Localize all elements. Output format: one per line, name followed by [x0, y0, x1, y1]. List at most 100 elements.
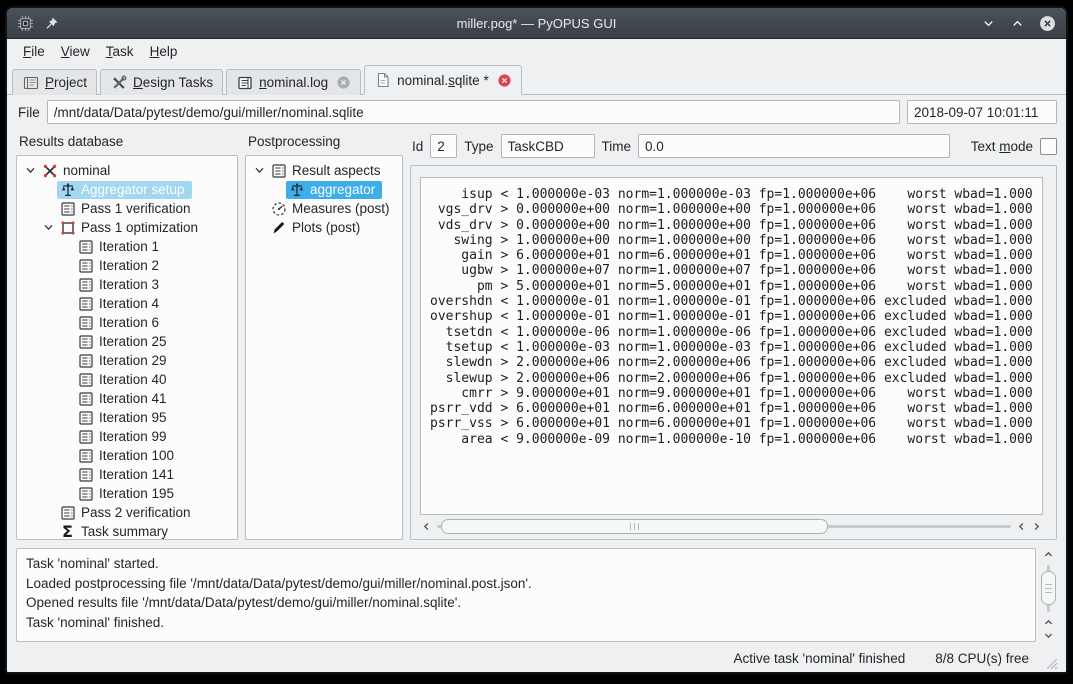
- titlebar[interactable]: miller.pog* — PyOPUS GUI: [7, 8, 1066, 39]
- list-icon: [77, 410, 94, 426]
- tree-item-pass-1-optimization[interactable]: Pass 1 optimization: [19, 218, 235, 237]
- maximize-button[interactable]: [1010, 16, 1025, 31]
- tree-item-content[interactable]: Result aspects: [268, 162, 388, 180]
- close-window-button[interactable]: [1039, 15, 1056, 32]
- file-timestamp-input[interactable]: [907, 100, 1057, 124]
- postprocessing-tree[interactable]: Result aspects aggregatorMeasures (post)P…: [245, 155, 403, 540]
- expand-chevron-icon[interactable]: [40, 222, 57, 233]
- tree-item-pass-2-verification[interactable]: Pass 2 verification: [19, 503, 235, 522]
- tree-item-iteration-6[interactable]: Iteration 6: [19, 313, 235, 332]
- tree-item-task-summary[interactable]: ΣTask summary: [19, 522, 235, 540]
- tree-item-plots-post[interactable]: Plots (post): [248, 218, 400, 237]
- log-vertical-scrollbar[interactable]: [1040, 548, 1057, 642]
- tree-item-content[interactable]: Iteration 95: [75, 409, 174, 427]
- tree-item-iteration-25[interactable]: Iteration 25: [19, 332, 235, 351]
- tree-item-label: Result aspects: [292, 163, 381, 178]
- tree-item-content[interactable]: Pass 1 optimization: [57, 219, 205, 237]
- tree-item-iteration-1[interactable]: Iteration 1: [19, 237, 235, 256]
- tree-item-content[interactable]: Pass 1 verification: [57, 200, 198, 218]
- list-icon: [77, 353, 94, 369]
- file-label: File: [18, 105, 40, 120]
- tree-item-content[interactable]: Iteration 3: [75, 276, 166, 294]
- time-input[interactable]: [638, 134, 950, 158]
- type-input[interactable]: [501, 134, 595, 158]
- tree-item-measures-post[interactable]: Measures (post): [248, 199, 400, 218]
- menu-view[interactable]: View: [53, 41, 98, 62]
- tree-item-content[interactable]: Iteration 40: [75, 371, 174, 389]
- tree-item-content[interactable]: nominal: [39, 162, 117, 180]
- tab-design-tasks[interactable]: Design Tasks: [100, 69, 223, 95]
- tree-item-label: Pass 1 optimization: [81, 220, 198, 235]
- horizontal-scrollbar-track[interactable]: [435, 519, 1013, 534]
- tree-item-iteration-29[interactable]: Iteration 29: [19, 351, 235, 370]
- tree-item-iteration-141[interactable]: Iteration 141: [19, 465, 235, 484]
- resize-grip[interactable]: [1045, 657, 1058, 670]
- tab-nominal-sqlite[interactable]: nominal.sqlite *: [364, 65, 522, 95]
- text-mode-checkbox[interactable]: [1040, 138, 1057, 155]
- file-path-input[interactable]: [47, 100, 900, 124]
- tab-close-button[interactable]: [336, 75, 351, 90]
- log-scrollbar-thumb[interactable]: [1041, 571, 1056, 605]
- tree-item-content[interactable]: Iteration 25: [75, 333, 174, 351]
- tree-item-aggregator[interactable]: aggregator: [248, 180, 400, 199]
- tree-item-content[interactable]: Plots (post): [268, 219, 367, 237]
- tree-item-content[interactable]: Iteration 100: [75, 447, 181, 465]
- selected-tree-item[interactable]: aggregator: [286, 181, 382, 199]
- list-icon: [77, 239, 94, 255]
- tree-item-iteration-2[interactable]: Iteration 2: [19, 256, 235, 275]
- splitter-right[interactable]: [403, 131, 410, 540]
- splitter-left[interactable]: [238, 131, 245, 540]
- log-scroll-up-button-2[interactable]: [1043, 617, 1054, 628]
- tree-item-iteration-3[interactable]: Iteration 3: [19, 275, 235, 294]
- pin-icon[interactable]: [44, 16, 59, 31]
- log-box[interactable]: Task 'nominal' started. Loaded postproce…: [16, 548, 1036, 642]
- tree-item-iteration-40[interactable]: Iteration 40: [19, 370, 235, 389]
- tree-item-content[interactable]: Iteration 4: [75, 295, 166, 313]
- tree-item-iteration-100[interactable]: Iteration 100: [19, 446, 235, 465]
- minimize-button[interactable]: [981, 16, 996, 31]
- tree-item-iteration-195[interactable]: Iteration 195: [19, 484, 235, 503]
- tree-item-content[interactable]: Iteration 195: [75, 485, 181, 503]
- record-text-view[interactable]: isup < 1.000000e-03 norm=1.000000e-03 fp…: [420, 177, 1043, 515]
- tree-item-nominal[interactable]: nominal: [19, 161, 235, 180]
- expand-chevron-icon[interactable]: [251, 165, 268, 176]
- selected-tree-item[interactable]: Aggregator setup: [57, 181, 192, 199]
- tree-item-content[interactable]: Iteration 99: [75, 428, 174, 446]
- tree-item-pass-1-verification[interactable]: Pass 1 verification: [19, 199, 235, 218]
- postprocessing-panel: Postprocessing Result aspectsaggregatorM…: [245, 131, 403, 540]
- record-frame: isup < 1.000000e-03 norm=1.000000e-03 fp…: [410, 165, 1057, 540]
- tree-item-content[interactable]: Iteration 2: [75, 257, 166, 275]
- tab-close-button[interactable]: [497, 73, 512, 88]
- tree-item-iteration-4[interactable]: Iteration 4: [19, 294, 235, 313]
- tree-item-result-aspects[interactable]: Result aspects: [248, 161, 400, 180]
- tree-item-content[interactable]: ΣTask summary: [57, 523, 175, 541]
- tree-item-iteration-95[interactable]: Iteration 95: [19, 408, 235, 427]
- scroll-right-button[interactable]: [1031, 521, 1042, 532]
- tab-project[interactable]: Project: [12, 69, 97, 95]
- tree-item-content[interactable]: Pass 2 verification: [57, 504, 198, 522]
- scroll-left-button[interactable]: [421, 521, 432, 532]
- log-scroll-down-button[interactable]: [1043, 630, 1054, 641]
- log-scrollbar-track[interactable]: [1041, 563, 1056, 614]
- id-input[interactable]: [430, 134, 457, 158]
- tree-item-iteration-41[interactable]: Iteration 41: [19, 389, 235, 408]
- menu-file[interactable]: File: [15, 41, 53, 62]
- tree-item-content[interactable]: Measures (post): [268, 200, 397, 218]
- tree-item-content[interactable]: Iteration 141: [75, 466, 181, 484]
- tree-item-content[interactable]: Iteration 29: [75, 352, 174, 370]
- menu-bar: FileViewTaskHelp: [7, 39, 1066, 64]
- scroll-left-button-2[interactable]: [1016, 521, 1027, 532]
- tree-item-content[interactable]: Iteration 41: [75, 390, 174, 408]
- tree-item-content[interactable]: Iteration 1: [75, 238, 166, 256]
- log-scroll-up-button[interactable]: [1043, 549, 1054, 560]
- results-database-tree[interactable]: nominalAggregator setupPass 1 verificati…: [16, 155, 238, 540]
- menu-help[interactable]: Help: [142, 41, 186, 62]
- tab-nominal-log[interactable]: nominal.log: [226, 69, 361, 95]
- horizontal-scrollbar[interactable]: [420, 518, 1043, 535]
- expand-chevron-icon[interactable]: [22, 165, 39, 176]
- tree-item-aggregator-setup[interactable]: Aggregator setup: [19, 180, 235, 199]
- menu-task[interactable]: Task: [98, 41, 142, 62]
- horizontal-scrollbar-thumb[interactable]: [441, 519, 828, 534]
- tree-item-content[interactable]: Iteration 6: [75, 314, 166, 332]
- tree-item-iteration-99[interactable]: Iteration 99: [19, 427, 235, 446]
